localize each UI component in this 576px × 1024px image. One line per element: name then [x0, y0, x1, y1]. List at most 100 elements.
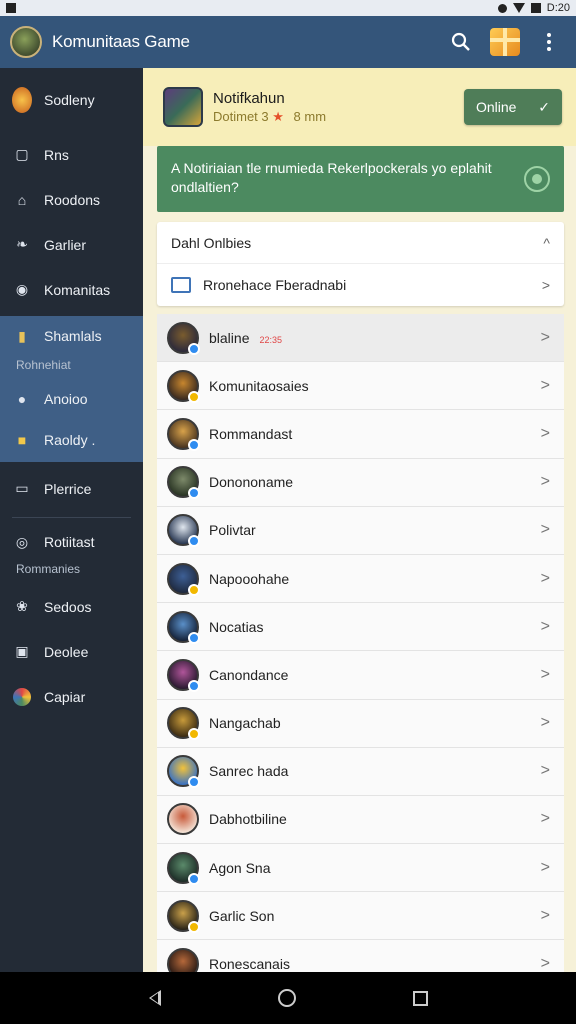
card-header[interactable]: Dahl Onlbies ^	[157, 222, 564, 264]
sidebar-sub-label: Rommanies	[16, 562, 81, 576]
list-item[interactable]: Dabhotbiline >	[157, 795, 564, 845]
sidebar-item-puzzle[interactable]: ❀ Sedoos	[0, 584, 143, 629]
notification-time: 8 mm	[293, 108, 327, 124]
status-badge	[188, 679, 200, 692]
banner-text: A Notiriaian tle rnumieda Rekerlpockeral…	[171, 160, 492, 195]
list-item[interactable]: Polivtar >	[157, 506, 564, 555]
member-avatar	[167, 321, 200, 355]
sidebar-item-twitter[interactable]: ❧ Garlier	[0, 222, 143, 267]
list-item[interactable]: Agon Sna >	[157, 844, 564, 893]
status-badge	[188, 390, 200, 403]
list-item[interactable]: Napooohahe >	[157, 554, 564, 604]
member-name: blaline	[209, 329, 250, 346]
sidebar-item-phone[interactable]: ▭ Plerrice	[0, 466, 143, 511]
card-row-label: Rronehace Fberadnabi	[203, 277, 347, 293]
location-icon: ●	[17, 391, 27, 407]
sidebar-item-community[interactable]: ◉ Komanitas	[0, 267, 143, 312]
member-name: Nocatias	[209, 618, 264, 635]
list-item[interactable]: Komunitaosaies >	[157, 362, 564, 411]
status-badge	[188, 728, 200, 741]
chevron-right-icon: >	[540, 906, 550, 924]
member-name: Nangachab	[209, 715, 281, 732]
chevron-right-icon: >	[540, 955, 550, 972]
chevron-right-icon: >	[540, 473, 550, 491]
gift-icon	[490, 28, 520, 56]
chevron-up-icon: ^	[543, 234, 550, 251]
list-item[interactable]: Donononame >	[157, 458, 564, 507]
chevron-right-icon: >	[540, 424, 550, 442]
status-time: D:20	[546, 2, 570, 14]
search-button[interactable]	[444, 25, 478, 59]
sidebar-item-book[interactable]: ■ Raoldy .	[0, 418, 143, 462]
notification-header: Notifkahun Dotimet 3 ★ 8 mm Online ✓	[143, 68, 576, 146]
home-circle-icon[interactable]	[277, 989, 296, 1007]
list-item[interactable]: Nocatias >	[157, 603, 564, 652]
list-item[interactable]: Garlic Son >	[157, 892, 564, 941]
member-avatar	[167, 658, 200, 692]
notification-subtitle-text: Dotimet 3	[213, 108, 269, 124]
member-avatar	[167, 514, 200, 548]
member-avatar	[167, 851, 200, 885]
sidebar-item-color[interactable]: Capiar	[0, 674, 143, 719]
app-logo	[10, 26, 42, 58]
list-item[interactable]: blaline 22:35 >	[157, 314, 564, 363]
sidebar-item-location[interactable]: ● Anoioo	[0, 380, 143, 418]
chevron-right-icon: >	[540, 328, 550, 346]
member-avatar	[167, 707, 200, 741]
sidebar-item-label: Sodleny	[44, 92, 95, 108]
system-nav-bar	[0, 972, 576, 1024]
status-badge	[188, 438, 200, 451]
list-item[interactable]: Canondance >	[157, 651, 564, 700]
sidebar-item-label: Rns	[44, 146, 69, 163]
sidebar-item-rns[interactable]: ▢ Rns	[0, 132, 143, 177]
member-list: blaline 22:35 > Komunitaosaies > Rommandast > D…	[157, 314, 564, 972]
list-item[interactable]: Sanrec hada >	[157, 747, 564, 796]
app-title: Komunitaas Game	[52, 32, 190, 51]
member-avatar	[167, 948, 199, 972]
chevron-right-icon: >	[540, 714, 550, 732]
status-badge	[188, 487, 200, 500]
recents-icon[interactable]	[412, 990, 428, 1006]
sidebar-item-label: Deolee	[44, 643, 89, 660]
member-avatar	[167, 466, 200, 500]
status-badge	[188, 583, 200, 596]
twitter-icon: ❧	[16, 236, 28, 252]
gift-button[interactable]	[488, 25, 522, 59]
member-name: Donononame	[209, 474, 294, 491]
back-icon[interactable]	[148, 990, 161, 1006]
status-bar: D:20	[0, 0, 576, 16]
sidebar-item-stats[interactable]: ▮ Shamlals	[0, 316, 143, 356]
user-icon	[524, 166, 550, 192]
status-badge	[188, 776, 200, 789]
sidebar-item-profile[interactable]: Sodleny	[0, 68, 143, 132]
check-icon: ✓	[538, 98, 550, 115]
news-icon: ▣	[15, 643, 29, 659]
list-item[interactable]: Nangachab >	[157, 699, 564, 748]
more-menu-button[interactable]	[532, 25, 566, 59]
app-bar: Komunitaas Game	[0, 16, 576, 68]
list-item[interactable]: Rommandast >	[157, 410, 564, 459]
chevron-right-icon: >	[540, 665, 550, 683]
sidebar-item-label: Capiar	[44, 688, 86, 705]
sidebar-item-target[interactable]: ◎ Rotiitast	[0, 524, 143, 560]
sidebar-item-label: Plerrice	[44, 480, 92, 497]
member-avatar	[167, 899, 200, 933]
status-badge	[188, 535, 200, 548]
sidebar-item-label: Anoioo	[44, 391, 88, 407]
notification-title: Notifkahun	[213, 89, 285, 107]
status-badge	[188, 342, 200, 355]
sidebar-divider	[12, 517, 131, 518]
color-wheel-icon	[12, 687, 32, 707]
chevron-right-icon: >	[540, 762, 550, 780]
member-avatar	[167, 755, 200, 789]
chevron-right-icon: >	[540, 569, 550, 587]
online-button[interactable]: Online ✓	[464, 89, 562, 125]
sidebar-item-news[interactable]: ▣ Deolee	[0, 629, 143, 674]
card-share-row[interactable]: Rronehace Fberadnabi >	[157, 264, 564, 306]
sidebar-item-home[interactable]: ⌂ Roodons	[0, 177, 143, 222]
info-banner[interactable]: A Notiriaian tle rnumieda Rekerlpockeral…	[157, 146, 564, 212]
list-item[interactable]: Ronescanais >	[157, 940, 564, 972]
chevron-right-icon: >	[541, 277, 550, 293]
online-label: Online	[476, 99, 517, 115]
profile-avatar-icon	[12, 87, 32, 113]
